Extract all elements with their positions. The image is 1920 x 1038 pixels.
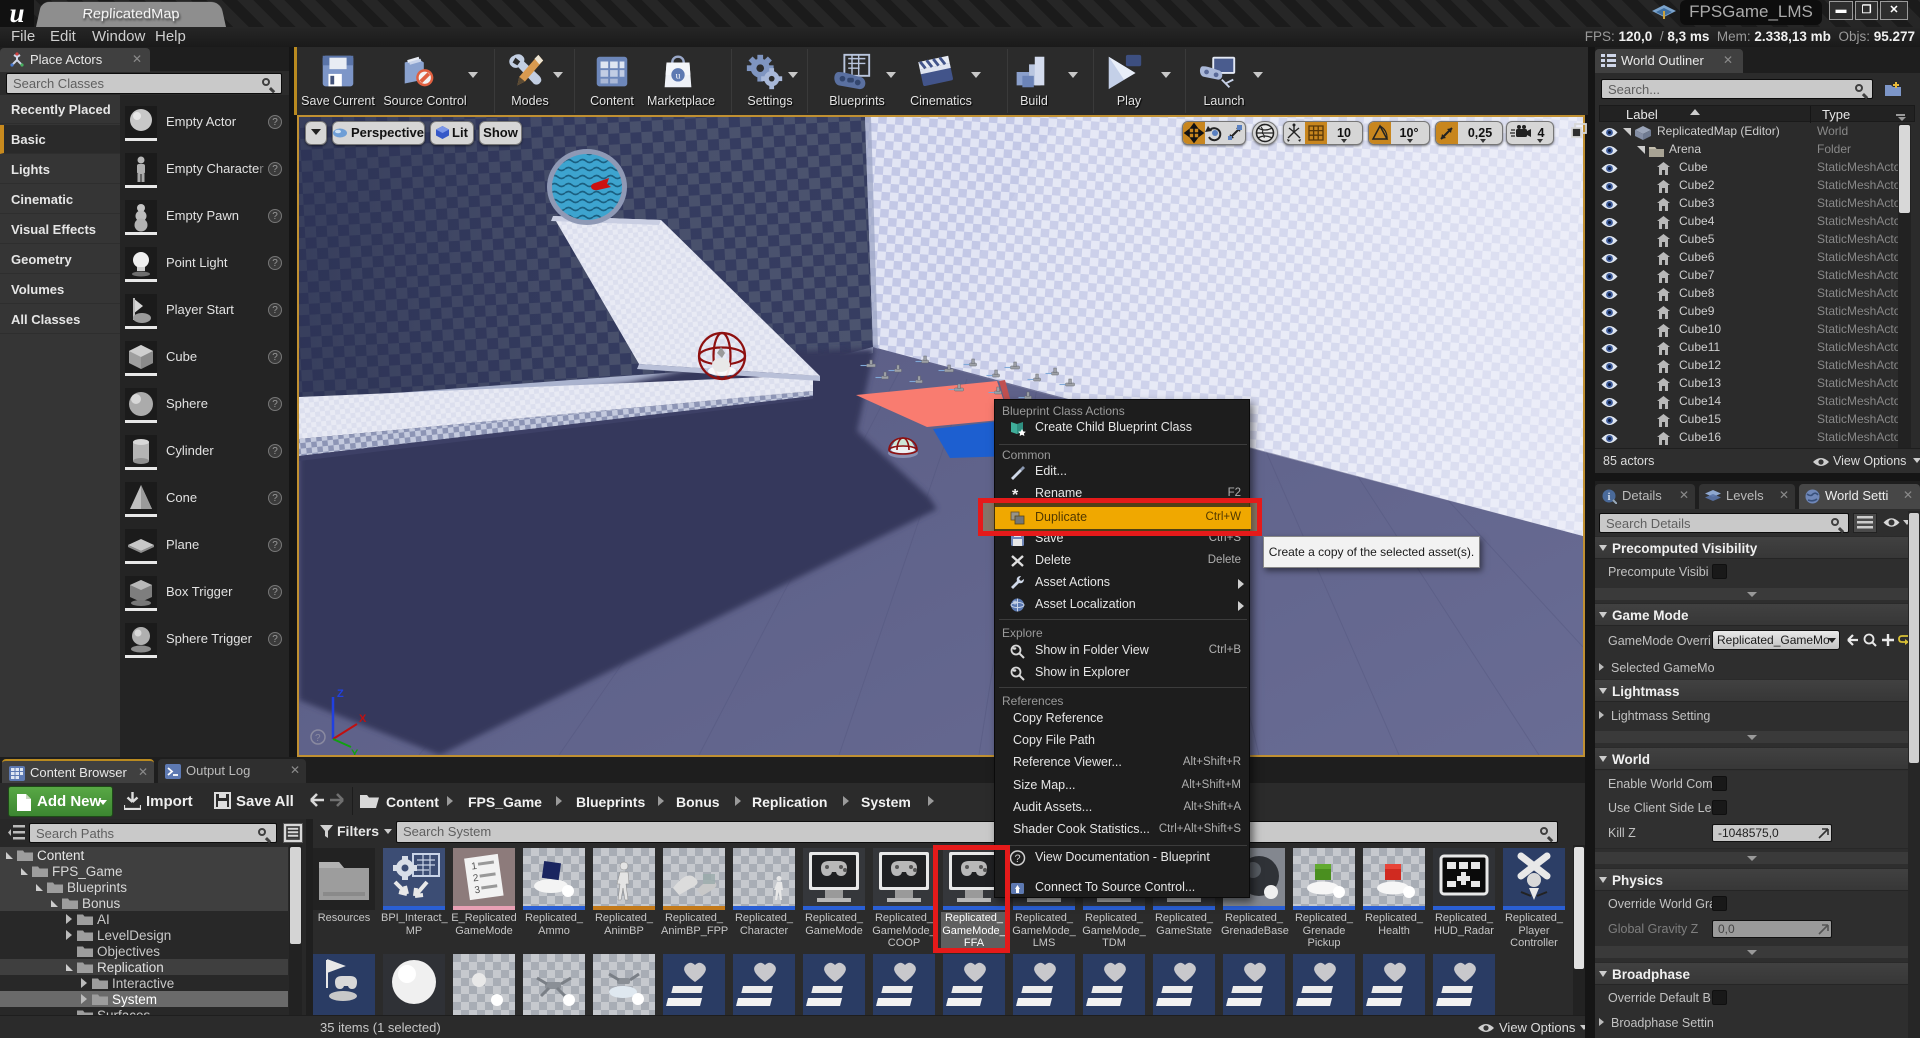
svg-text:i: i xyxy=(1608,492,1611,503)
svg-text:?: ? xyxy=(1015,853,1021,865)
svg-text:X: X xyxy=(359,713,367,725)
svg-text:Z: Z xyxy=(337,688,344,700)
svg-text:u: u xyxy=(676,71,681,82)
svg-text:Y: Y xyxy=(351,748,359,755)
svg-text:?: ? xyxy=(315,733,321,744)
